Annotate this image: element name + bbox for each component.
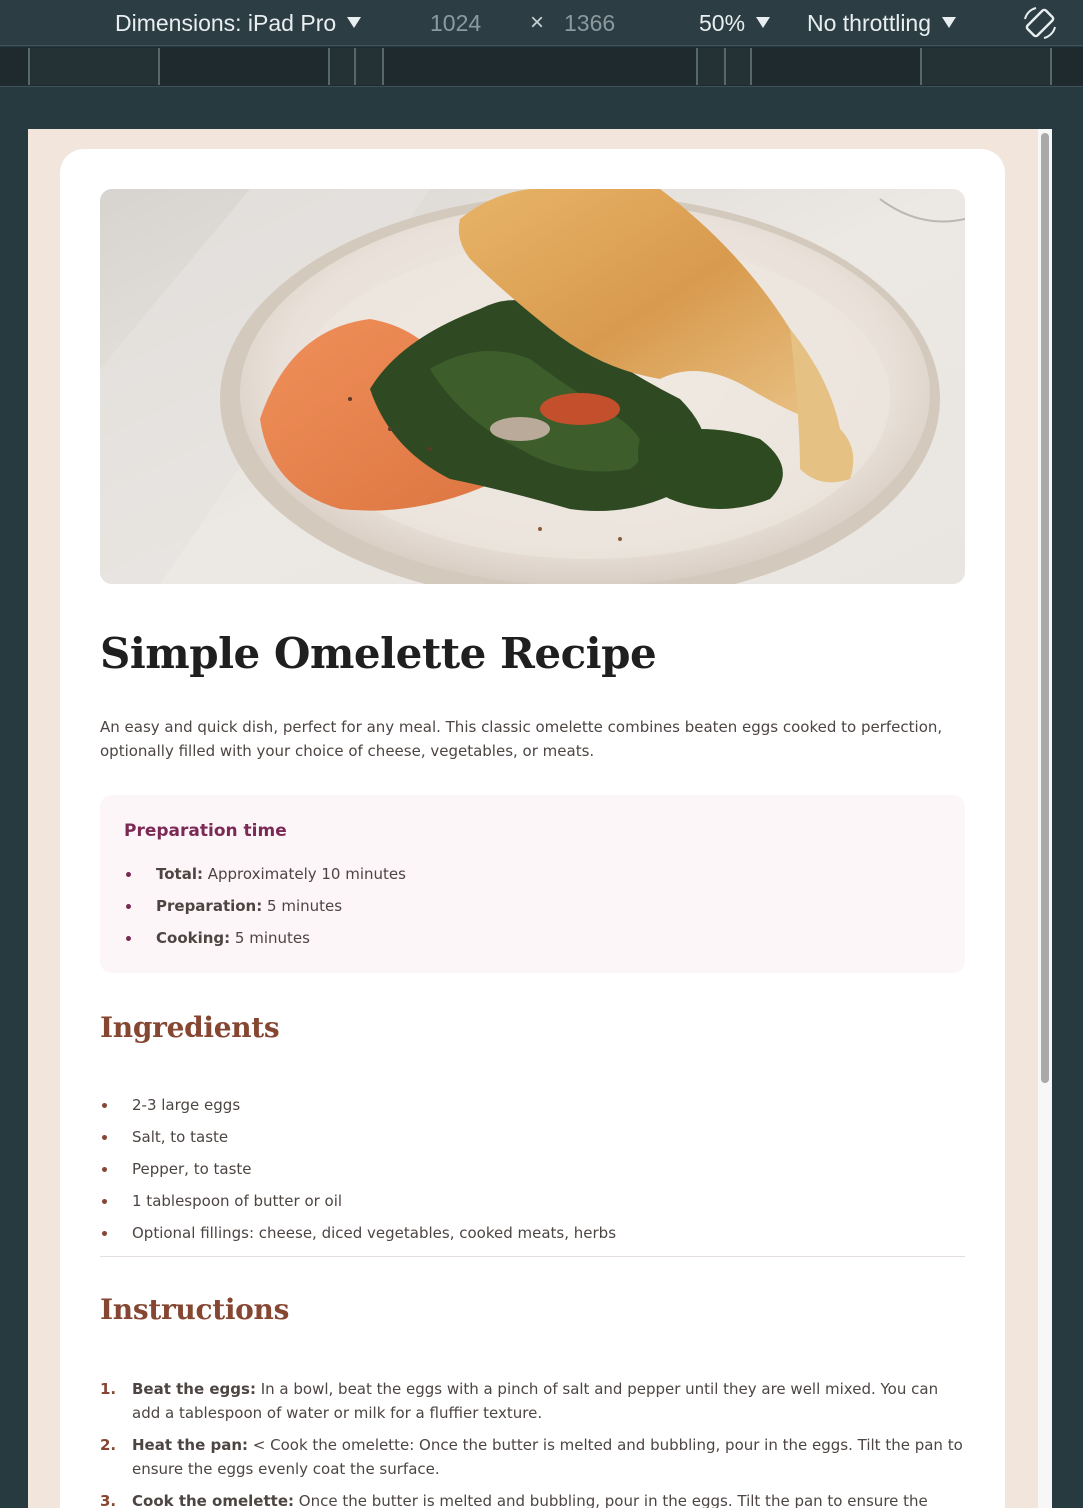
step-label: Heat the pan: — [132, 1436, 249, 1454]
zoom-dropdown[interactable]: 50% — [699, 7, 771, 39]
prep-value: 5 minutes — [262, 897, 343, 915]
chevron-down-icon — [347, 17, 362, 29]
list-item: Salt, to taste — [100, 1126, 616, 1158]
ingredients-heading: Ingredients — [100, 1011, 280, 1044]
throttling-label: No throttling — [807, 10, 932, 36]
list-item: 3. Cook the omelette: Once the butter is … — [100, 1489, 965, 1508]
prep-label: Cooking: — [156, 929, 231, 947]
list-item: 1 tablespoon of butter or oil — [100, 1190, 616, 1222]
chevron-down-icon — [756, 17, 771, 29]
throttling-dropdown[interactable]: No throttling — [807, 7, 957, 39]
instructions-list: 1. Beat the eggs: In a bowl, beat the egg… — [100, 1377, 965, 1508]
list-item: Cooking: 5 minutes — [124, 927, 406, 959]
step-number: 2. — [100, 1436, 117, 1454]
media-query-segment[interactable] — [354, 48, 384, 85]
step-number: 1. — [100, 1380, 117, 1398]
media-query-segment[interactable] — [328, 48, 356, 85]
section-divider — [100, 1256, 965, 1257]
media-query-bar — [0, 47, 1083, 87]
step-text: < Cook the omelette: Once the butter is … — [132, 1436, 963, 1478]
recipe-description: An easy and quick dish, perfect for any … — [100, 718, 943, 760]
dimensions-dropdown[interactable]: Dimensions: iPad Pro — [115, 7, 362, 39]
list-item: 1. Beat the eggs: In a bowl, beat the egg… — [100, 1377, 965, 1425]
rotate-device-icon[interactable] — [1019, 2, 1061, 44]
step-label: Cook the omelette: — [132, 1492, 294, 1508]
prep-title: Preparation time — [124, 821, 287, 841]
device-toolbar: Dimensions: iPad Pro 1024 × 1366 50% No … — [0, 0, 1083, 46]
chevron-down-icon — [942, 17, 957, 29]
media-query-segment[interactable] — [28, 48, 160, 85]
media-query-segment[interactable] — [920, 48, 1052, 85]
list-item: Preparation: 5 minutes — [124, 895, 406, 927]
dimensions-label: Dimensions: iPad Pro — [115, 10, 337, 36]
media-query-segment[interactable] — [724, 48, 752, 85]
times-icon: × — [530, 9, 545, 36]
list-item: Total: Approximately 10 minutes — [124, 863, 406, 895]
list-item: Pepper, to taste — [100, 1158, 616, 1190]
height-input[interactable]: 1366 — [564, 7, 615, 39]
width-input[interactable]: 1024 — [430, 7, 481, 39]
prep-list: Total: Approximately 10 minutes Preparat… — [124, 863, 406, 959]
list-item: Optional fillings: cheese, diced vegetab… — [100, 1222, 616, 1254]
list-item: 2-3 large eggs — [100, 1094, 616, 1126]
prep-label: Preparation: — [156, 897, 263, 915]
emulated-viewport: Simple Omelette Recipe An easy and quick… — [28, 129, 1052, 1508]
instructions-heading: Instructions — [100, 1293, 290, 1326]
prep-label: Total: — [156, 865, 203, 883]
hero-image — [100, 189, 965, 584]
preparation-time-box: Preparation time Total: Approximately 10… — [100, 795, 965, 973]
media-query-segment[interactable] — [696, 48, 726, 85]
zoom-label: 50% — [699, 10, 746, 36]
prep-value: 5 minutes — [230, 929, 310, 947]
step-number: 3. — [100, 1492, 117, 1508]
scrollbar-thumb[interactable] — [1041, 133, 1049, 1083]
prep-value: Approximately 10 minutes — [202, 865, 406, 883]
step-label: Beat the eggs: — [132, 1380, 256, 1398]
ingredients-list: 2-3 large eggs Salt, to taste Pepper, to… — [100, 1094, 616, 1254]
list-item: 2. Heat the pan: < Cook the omelette: Onc… — [100, 1433, 965, 1481]
recipe-card: Simple Omelette Recipe An easy and quick… — [60, 149, 1005, 1508]
page-title: Simple Omelette Recipe — [100, 629, 657, 678]
